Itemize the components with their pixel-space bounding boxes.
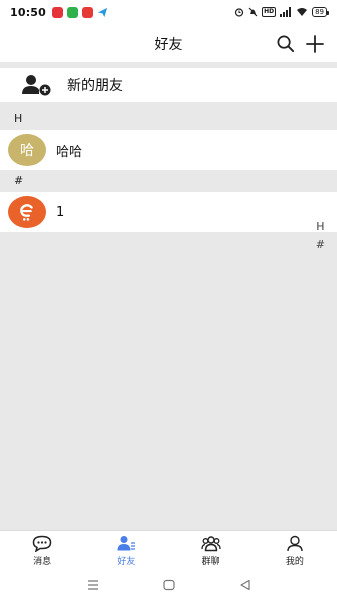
wifi-icon xyxy=(297,8,308,16)
contact-row[interactable]: 哈 哈哈 xyxy=(0,130,337,170)
notification-icons xyxy=(52,6,108,18)
avatar xyxy=(8,196,46,228)
video-app-icon xyxy=(82,6,94,18)
telegram-icon xyxy=(97,7,108,18)
bottom-tab-bar: 消息 好友 群聊 我的 xyxy=(0,530,337,570)
friends-icon xyxy=(117,535,136,550)
app-logo-icon xyxy=(20,204,33,221)
tab-friends[interactable]: 好友 xyxy=(84,531,168,570)
alarm-icon xyxy=(234,8,244,17)
tab-label: 好友 xyxy=(117,556,136,567)
tab-label: 群聊 xyxy=(201,556,220,567)
back-icon[interactable] xyxy=(238,578,252,592)
header: 好友 xyxy=(0,24,337,62)
section-header-hash: # xyxy=(0,170,337,192)
search-icon[interactable] xyxy=(276,34,295,53)
menu-icon[interactable] xyxy=(86,578,100,592)
tab-messages[interactable]: 消息 xyxy=(0,531,84,570)
home-icon[interactable] xyxy=(162,578,176,592)
tab-me[interactable]: 我的 xyxy=(253,531,337,570)
profile-icon xyxy=(287,535,303,551)
group-icon xyxy=(200,535,221,551)
add-icon[interactable] xyxy=(305,34,325,54)
new-friends-row[interactable]: 新的朋友 xyxy=(0,68,337,102)
tab-label: 消息 xyxy=(33,556,52,567)
status-icons: HD 89 xyxy=(234,7,329,17)
index-letter[interactable]: H xyxy=(316,220,324,233)
alphabet-index[interactable]: H # xyxy=(316,220,325,251)
phone-app-icon xyxy=(67,6,79,18)
status-time: 10:50 xyxy=(10,5,47,19)
contact-name: 哈哈 xyxy=(56,144,83,160)
contact-row[interactable]: 1 xyxy=(0,192,337,232)
app-notification-icon xyxy=(52,6,64,18)
chat-bubble-icon xyxy=(32,535,52,552)
contact-name: 1 xyxy=(56,204,65,220)
add-friend-icon xyxy=(22,75,51,96)
battery-icon: 89 xyxy=(312,7,329,17)
status-bar: 10:50 HD 89 xyxy=(0,0,337,24)
system-navigation-bar xyxy=(0,570,337,600)
tab-groups[interactable]: 群聊 xyxy=(169,531,253,570)
new-friends-label: 新的朋友 xyxy=(67,78,123,94)
hd-icon: HD xyxy=(262,7,277,17)
section-header-h: H xyxy=(0,108,337,130)
mute-icon xyxy=(248,7,258,17)
tab-label: 我的 xyxy=(285,556,304,567)
index-letter[interactable]: # xyxy=(316,238,325,251)
signal-icon xyxy=(280,7,292,17)
avatar: 哈 xyxy=(8,134,46,166)
